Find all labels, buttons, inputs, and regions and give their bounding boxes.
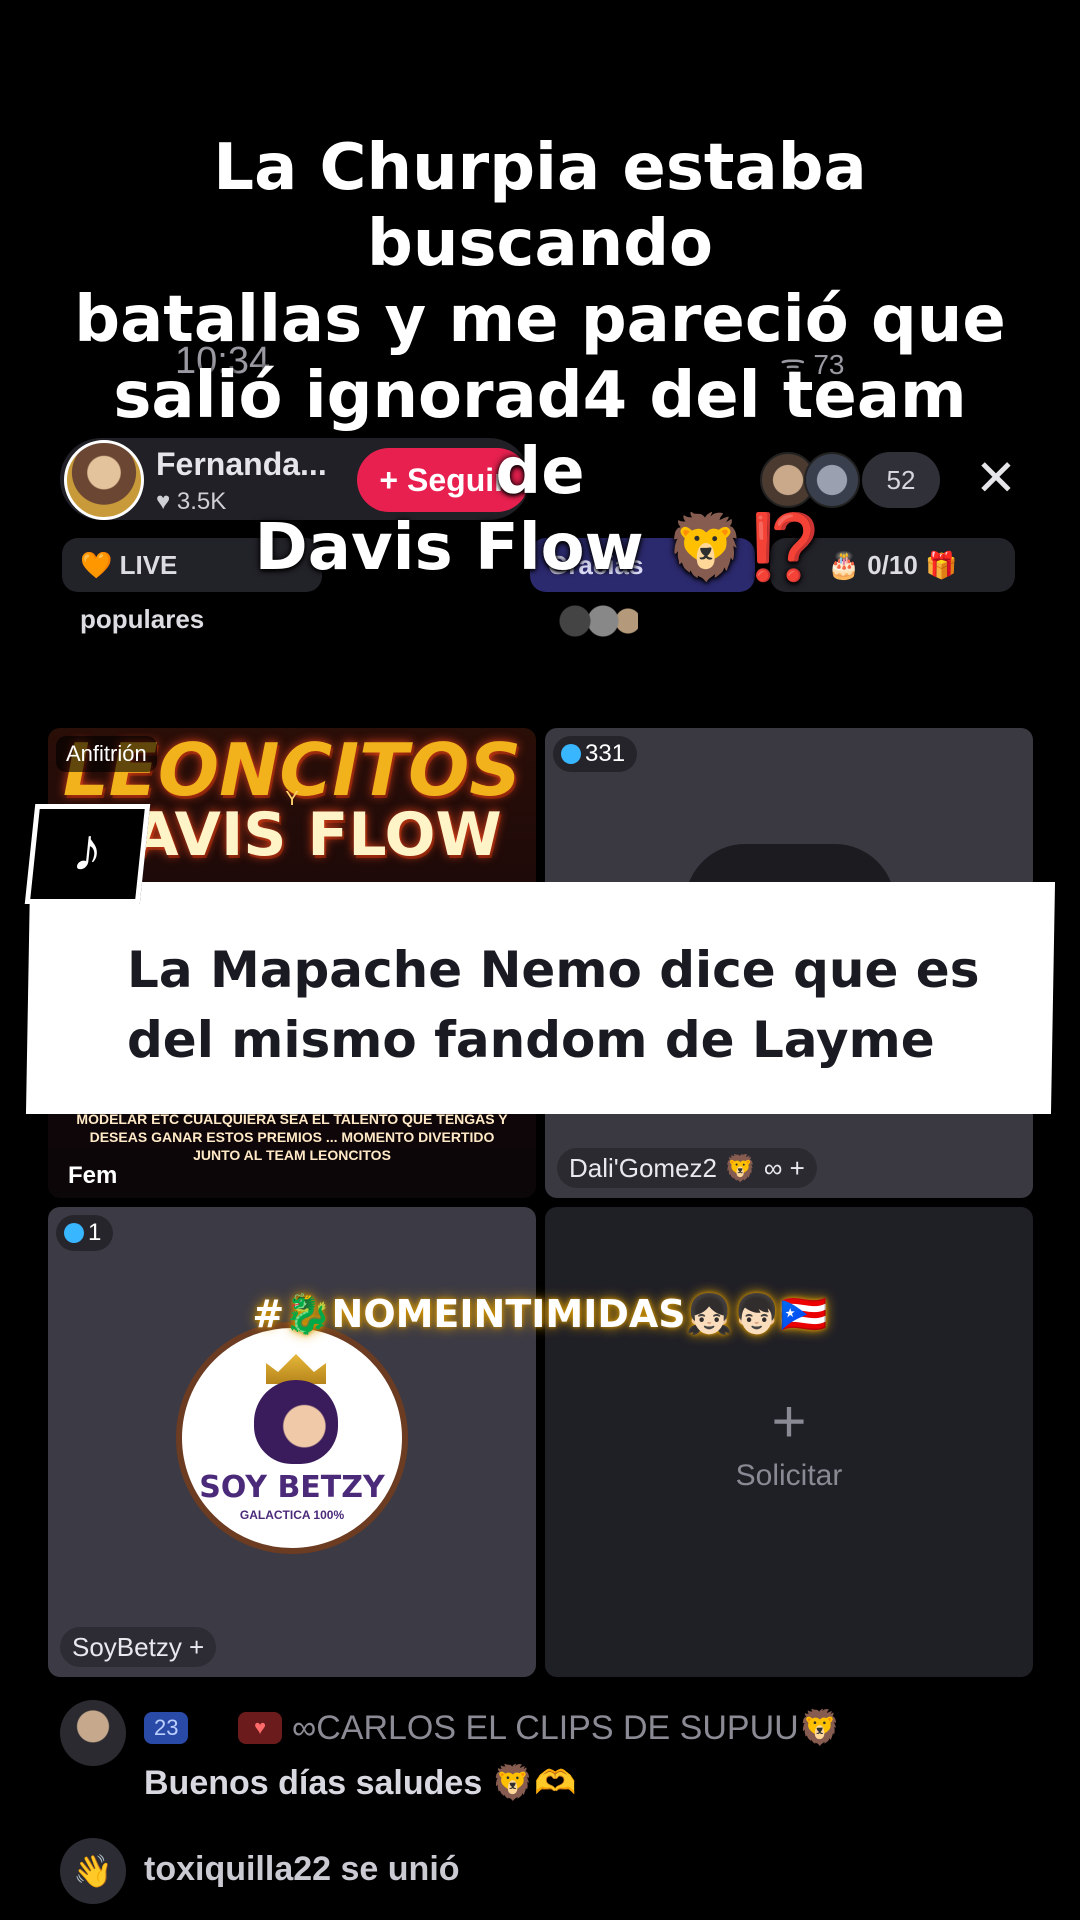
level-badge: 23 xyxy=(144,1712,189,1744)
guest-tile-betzy[interactable]: 1 SOY BETZY GALACTICA 100% SoyBetzy + xyxy=(48,1207,536,1677)
soy-betzy-logo: SOY BETZY GALACTICA 100% xyxy=(176,1322,408,1554)
host-badge: Anfitrión xyxy=(56,736,157,772)
join-username[interactable]: toxiquilla22 xyxy=(144,1850,331,1888)
guest-username[interactable]: Dali'Gomez2 🦁 ∞ + xyxy=(557,1148,817,1188)
video-caption: La Churpia estaba buscando batallas y me… xyxy=(60,130,1020,586)
host-tile-username: Fem xyxy=(68,1162,118,1189)
fan-heart-icon: ♥ xyxy=(238,1712,282,1744)
caption-line-4: Davis Flow 🦁⁉️ xyxy=(254,511,826,585)
hashtag-overlay: #🐉NOMEINTIMIDAS👧🏻👦🏻🇵🇷 xyxy=(252,1292,828,1336)
request-label: Solicitar xyxy=(735,1459,843,1492)
caption-line-3: salió ignorad4 del team de xyxy=(113,359,967,509)
gem-icon xyxy=(561,744,581,764)
gem-count: 331 xyxy=(585,740,626,767)
plus-icon: + xyxy=(771,1388,807,1455)
gem-icon xyxy=(64,1223,84,1243)
chat-message: 23 ♥ ∞CARLOS EL CLIPS DE SUPUU🦁 xyxy=(60,1700,1040,1766)
chat-avatar[interactable] xyxy=(60,1700,126,1766)
caption-line-2: batallas y me pareció que xyxy=(74,283,1006,357)
logo-title: SOY BETZY xyxy=(199,1470,385,1505)
join-text: toxiquilla22 se unió xyxy=(144,1850,460,1889)
caption-line-1: La Churpia estaba buscando xyxy=(213,131,867,281)
gem-count: 1 xyxy=(88,1219,102,1246)
join-label: se unió xyxy=(340,1850,460,1888)
subtitle-line-1: La Mapache Nemo dice que es xyxy=(127,941,980,999)
wave-icon: 👋 xyxy=(60,1838,126,1904)
chat-username[interactable]: ∞CARLOS EL CLIPS DE SUPUU🦁 xyxy=(292,1708,841,1748)
chat-text: Buenos días saludes 🦁🫶 xyxy=(144,1764,577,1802)
subtitle-text: La Mapache Nemo dice que es del mismo fa… xyxy=(127,935,1007,1075)
request-slot-tile[interactable]: + Solicitar xyxy=(545,1207,1033,1677)
music-note-icon: ♪ xyxy=(69,816,107,883)
gifter-avatars xyxy=(558,604,638,639)
gem-count-badge: 331 xyxy=(553,736,638,772)
logo-subtitle: GALACTICA 100% xyxy=(239,1508,345,1522)
woman-portrait-icon xyxy=(254,1380,338,1464)
gem-count-badge: 1 xyxy=(56,1215,114,1251)
guest-username[interactable]: SoyBetzy + xyxy=(60,1627,217,1667)
banner-footer-text: MODELAR ETC CUALQUIERA SEA EL TALENTO QU… xyxy=(76,1111,508,1163)
tiktok-logo-icon: ♪ xyxy=(24,804,151,904)
subtitle-line-2: del mismo fandom de Layme xyxy=(127,1011,935,1069)
